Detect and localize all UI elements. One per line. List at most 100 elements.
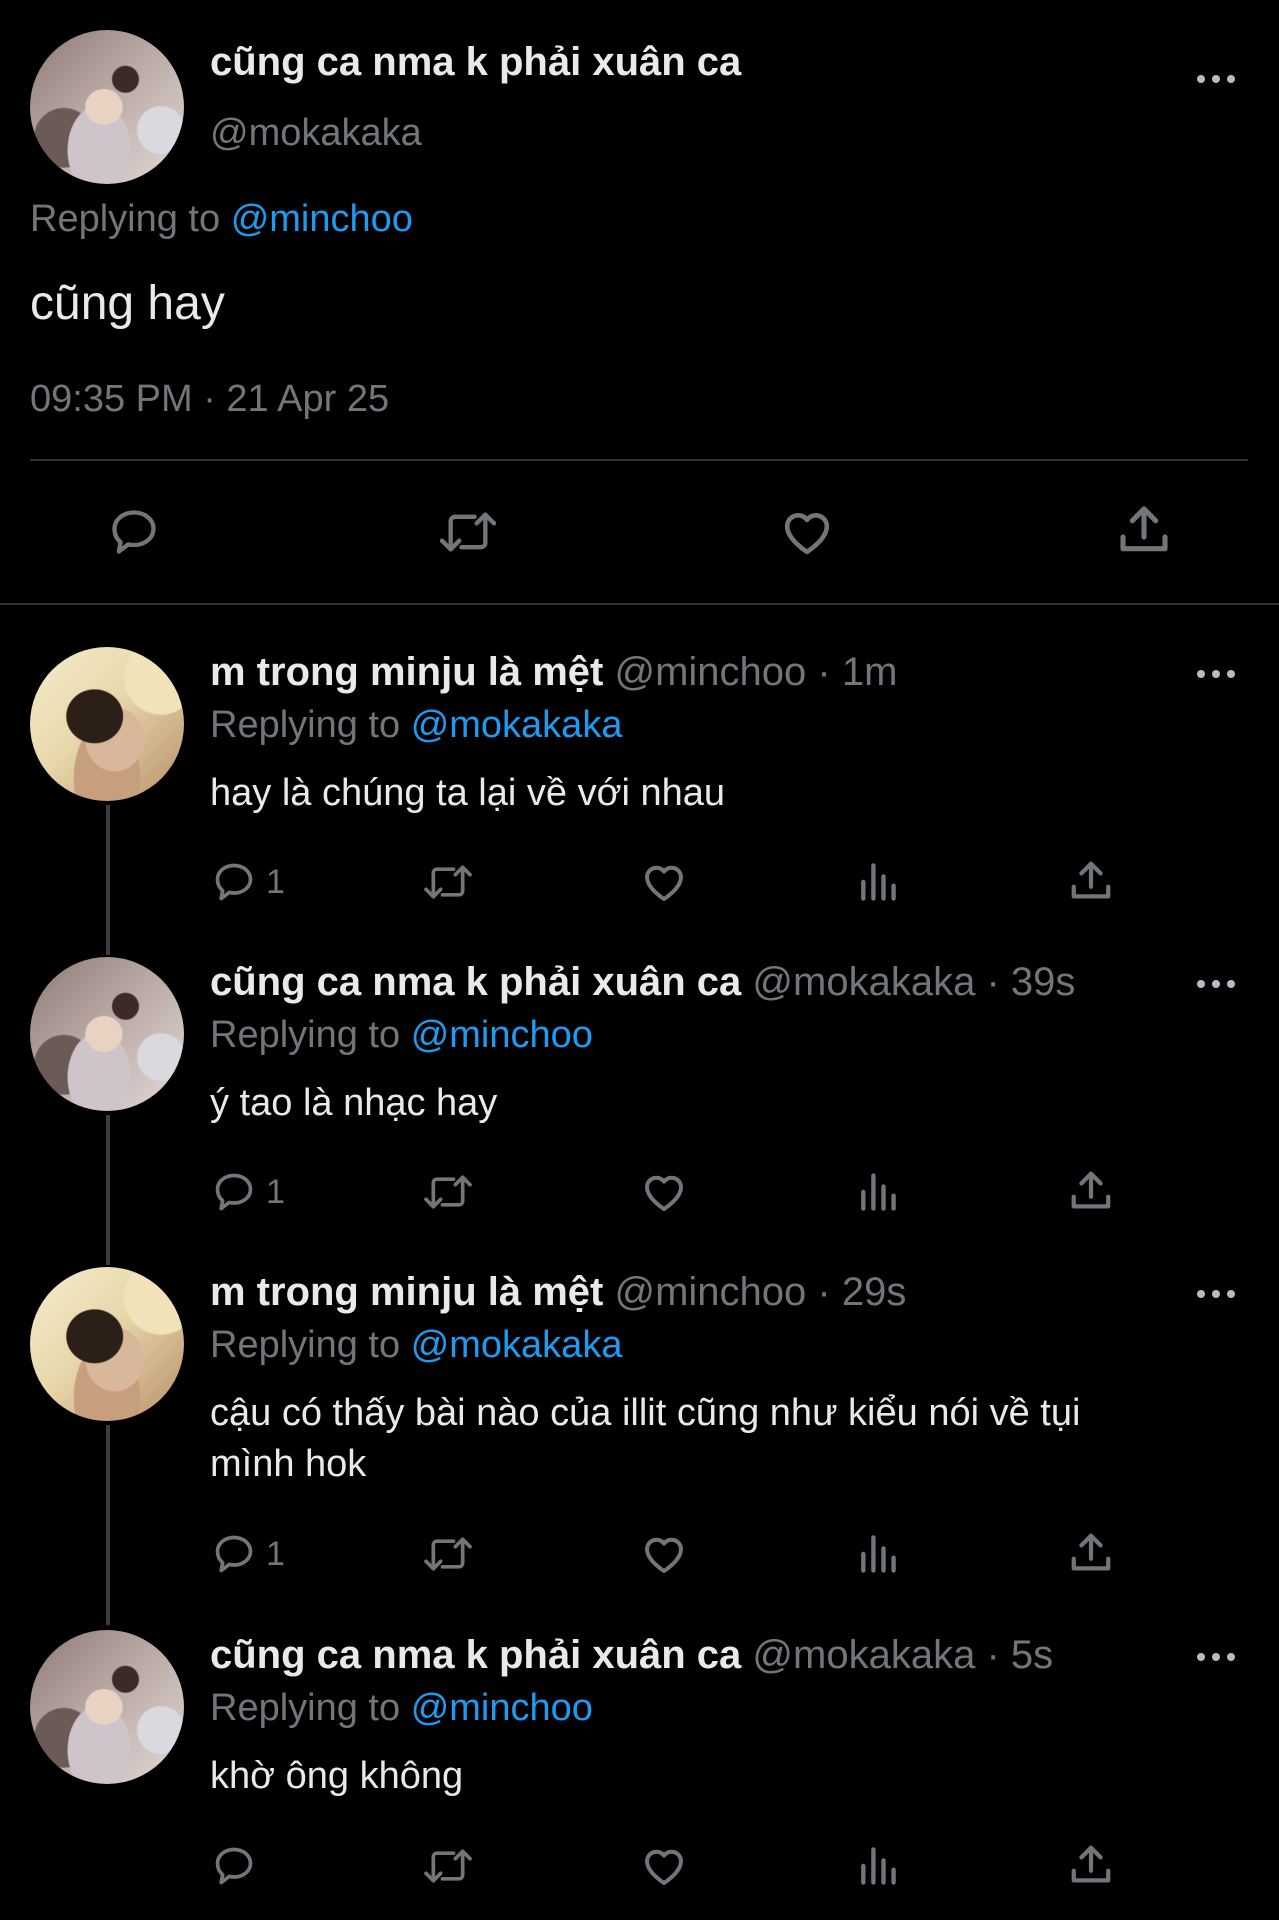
reply-button[interactable]: 1 <box>210 860 285 904</box>
like-button[interactable] <box>778 504 836 560</box>
heart-icon <box>645 1175 683 1211</box>
relative-time[interactable]: · 5s <box>986 1633 1053 1677</box>
tweet-text: hay là chúng ta lại về với nhau <box>210 772 726 814</box>
heart-icon <box>784 513 830 555</box>
retweet-button[interactable] <box>420 1532 476 1576</box>
share-button[interactable] <box>1116 502 1172 558</box>
like-button[interactable] <box>640 1530 688 1578</box>
replying-to: Replying to @minchoo <box>210 1687 593 1730</box>
bar-chart-icon <box>861 863 896 901</box>
tweet-header: m trong minju là mệt @minchoo · 1m <box>210 650 897 695</box>
thread-line <box>106 1115 110 1265</box>
section-divider <box>0 603 1279 605</box>
retweet-button[interactable] <box>420 1844 476 1888</box>
avatar[interactable] <box>30 1267 184 1421</box>
tweet-text-line: cậu có thấy bài nào của illit cũng như k… <box>210 1392 1081 1434</box>
relative-time[interactable]: · 29s <box>817 1270 906 1314</box>
replying-prefix: Replying to <box>210 1687 401 1729</box>
share-upload-icon <box>1071 1845 1111 1883</box>
avatar[interactable] <box>30 1630 184 1784</box>
share-upload-icon <box>1071 861 1111 899</box>
handle[interactable]: @mokakaka <box>752 960 975 1004</box>
handle[interactable]: @minchoo <box>614 650 806 694</box>
reply-count: 1 <box>266 862 285 901</box>
avatar[interactable] <box>30 957 184 1111</box>
replying-prefix: Replying to <box>30 198 221 240</box>
retweet-button[interactable] <box>420 1170 476 1214</box>
replying-prefix: Replying to <box>210 1324 401 1366</box>
bar-chart-icon <box>861 1847 896 1885</box>
replying-to-link[interactable]: @mokakaka <box>411 704 623 746</box>
retweet-icon <box>424 1849 472 1883</box>
views-button[interactable] <box>856 1168 900 1216</box>
more-options-icon[interactable] <box>1197 667 1235 681</box>
heart-icon <box>645 865 683 901</box>
more-options-icon[interactable] <box>1197 977 1235 991</box>
replying-to: Replying to @mokakaka <box>210 1324 622 1367</box>
tweet-text-line: mình hok <box>210 1443 367 1485</box>
reply-button[interactable] <box>106 506 162 558</box>
handle[interactable]: @mokakaka <box>210 112 422 155</box>
reply-button[interactable] <box>210 1844 258 1888</box>
more-options-icon[interactable] <box>1197 1287 1235 1301</box>
replying-to: Replying to @minchoo <box>30 198 413 241</box>
like-button[interactable] <box>640 1168 688 1216</box>
display-name[interactable]: m trong minju là mệt <box>210 650 603 694</box>
heart-icon <box>645 1537 683 1573</box>
share-button[interactable] <box>1068 858 1114 904</box>
share-button[interactable] <box>1068 1530 1114 1576</box>
tweet-header: cũng ca nma k phải xuân ca @mokakaka · 5… <box>210 1633 1053 1678</box>
more-options-icon[interactable] <box>1197 1650 1235 1664</box>
tweet-text: cũng hay <box>30 277 225 330</box>
handle[interactable]: @minchoo <box>614 1270 806 1314</box>
display-name[interactable]: cũng ca nma k phải xuân ca <box>210 1633 741 1677</box>
tweet-text: ý tao là nhạc hay <box>210 1082 498 1124</box>
views-button[interactable] <box>856 1842 900 1890</box>
relative-time[interactable]: · 1m <box>817 650 897 694</box>
reply-button[interactable]: 1 <box>210 1170 285 1214</box>
views-button[interactable] <box>856 1530 900 1578</box>
more-options-icon[interactable] <box>1197 72 1235 86</box>
bar-chart-icon <box>861 1535 896 1573</box>
tweet-header: m trong minju là mệt @minchoo · 29s <box>210 1270 906 1315</box>
avatar[interactable] <box>30 647 184 801</box>
replying-to: Replying to @minchoo <box>210 1014 593 1057</box>
tweet-header: cũng ca nma k phải xuân ca @mokakaka · 3… <box>210 960 1075 1005</box>
replying-to-link[interactable]: @minchoo <box>411 1014 593 1056</box>
reply-count: 1 <box>266 1172 285 1211</box>
reply-button[interactable]: 1 <box>210 1532 285 1576</box>
retweet-icon <box>439 512 497 552</box>
retweet-icon <box>424 1175 472 1209</box>
speech-bubble-icon <box>215 1847 253 1885</box>
timestamp[interactable]: 09:35 PM · 21 Apr 25 <box>30 378 389 421</box>
speech-bubble-icon <box>112 510 156 554</box>
tweet-text: khờ ông không <box>210 1755 464 1797</box>
relative-time[interactable]: · 39s <box>986 960 1075 1004</box>
replying-to-link[interactable]: @mokakaka <box>411 1324 623 1366</box>
retweet-button[interactable] <box>420 860 476 904</box>
reply-count: 1 <box>266 1534 285 1573</box>
avatar[interactable] <box>30 30 184 184</box>
handle[interactable]: @mokakaka <box>752 1633 975 1677</box>
display-name[interactable]: cũng ca nma k phải xuân ca <box>210 960 741 1004</box>
replying-prefix: Replying to <box>210 1014 401 1056</box>
like-button[interactable] <box>640 858 688 906</box>
replying-prefix: Replying to <box>210 704 401 746</box>
share-button[interactable] <box>1068 1842 1114 1888</box>
speech-bubble-icon <box>215 1173 253 1211</box>
like-button[interactable] <box>640 1842 688 1890</box>
heart-icon <box>645 1849 683 1885</box>
display-name[interactable]: cũng ca nma k phải xuân ca <box>210 40 741 85</box>
share-upload-icon <box>1120 506 1168 552</box>
thread-line <box>106 805 110 955</box>
views-button[interactable] <box>856 858 900 906</box>
thread-line <box>106 1425 110 1625</box>
retweet-button[interactable] <box>436 506 500 558</box>
replying-to-link[interactable]: @minchoo <box>411 1687 593 1729</box>
display-name[interactable]: m trong minju là mệt <box>210 1270 603 1314</box>
share-upload-icon <box>1071 1533 1111 1571</box>
bar-chart-icon <box>861 1173 896 1211</box>
speech-bubble-icon <box>215 1535 253 1573</box>
replying-to-link[interactable]: @minchoo <box>231 198 413 240</box>
share-button[interactable] <box>1068 1168 1114 1214</box>
